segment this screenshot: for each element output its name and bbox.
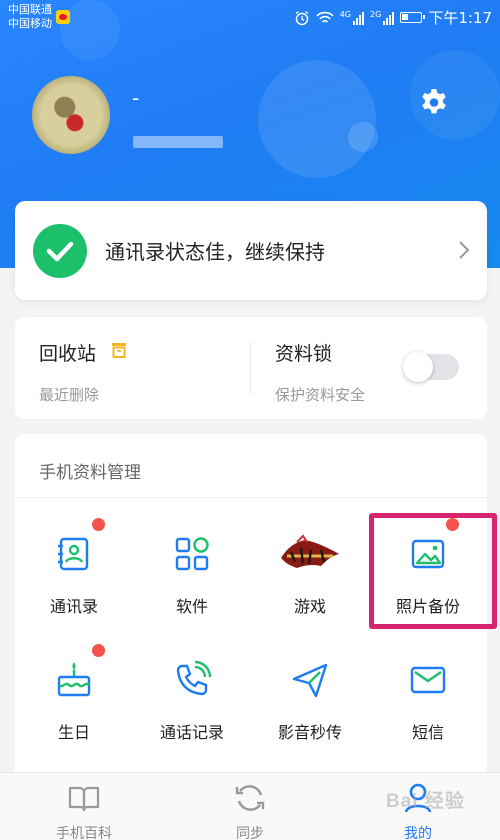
- grid-item-call-log[interactable]: 通话记录: [133, 658, 251, 743]
- grid-item-label: 生日: [57, 723, 90, 742]
- utility-card: 回收站 最近删除 资料锁 保护资料安全: [15, 317, 487, 419]
- clock-time: 下午1:17: [428, 9, 492, 27]
- avatar[interactable]: [32, 76, 110, 154]
- check-icon: [33, 223, 87, 278]
- recycle-bin-title: 回收站: [39, 343, 97, 365]
- grid-item-label: 短信: [411, 723, 444, 742]
- grid-item-label: 游戏: [293, 597, 326, 616]
- grid-item-label: 通讯录: [49, 597, 98, 616]
- nav-label: 手机百科: [56, 826, 112, 840]
- alarm-icon: [295, 10, 309, 25]
- data-lock-subtitle: 保护资料安全: [275, 386, 366, 404]
- nav-label: 同步: [236, 826, 264, 840]
- contacts-icon: [58, 537, 89, 571]
- data-lock-entry: 资料锁 保护资料安全: [275, 339, 365, 405]
- grid-item-label: 照片备份: [395, 597, 460, 616]
- nav-label: 我的: [404, 826, 432, 840]
- grid-item-apps[interactable]: 软件: [133, 532, 251, 617]
- status-bar: 中国联通 中国移动 4G 2G 下午1:17: [0, 0, 500, 34]
- divider: [15, 497, 487, 498]
- wifi-icon: [316, 11, 334, 23]
- send-icon: [292, 663, 328, 698]
- chevron-right-icon: [459, 241, 470, 259]
- decor-bubble: [258, 60, 376, 178]
- carrier-info: 中国联通 中国移动: [8, 3, 52, 31]
- nav-item-wiki[interactable]: 手机百科: [24, 781, 144, 840]
- grid-item-sms[interactable]: 短信: [369, 658, 487, 743]
- nav-item-sync[interactable]: 同步: [190, 781, 310, 840]
- photo-icon: [411, 539, 445, 569]
- grid-item-label: 软件: [175, 597, 208, 616]
- data-management-card: 手机资料管理 通讯录 软件 游戏 照片备份 生日 通话记录 影音秒传 短信: [15, 434, 487, 774]
- divider: [250, 342, 251, 394]
- watermark-text: Bai 经验: [386, 791, 465, 812]
- badge-dot: [92, 518, 105, 531]
- signal-2-icon: 2G: [370, 10, 395, 25]
- carrier-1: 中国联通: [8, 3, 52, 16]
- signal-1-icon: 4G: [340, 10, 365, 25]
- badge-dot: [446, 518, 459, 531]
- decor-bubble: [348, 122, 378, 152]
- grid-item-birthday[interactable]: 生日: [15, 644, 133, 743]
- recycle-bin-entry[interactable]: 回收站 最近删除: [39, 339, 128, 405]
- grid-item-photo-backup[interactable]: 照片备份: [369, 518, 487, 617]
- birthday-cake-icon: [57, 662, 91, 697]
- status-message: 通讯录状态佳，继续保持: [105, 240, 325, 264]
- mail-icon: [410, 666, 446, 694]
- grid-item-games[interactable]: 游戏: [251, 532, 369, 617]
- grid-item-contacts[interactable]: 通讯录: [15, 518, 133, 617]
- badge-dot: [92, 644, 105, 657]
- phone-icon: [176, 660, 212, 696]
- book-icon: [68, 786, 100, 812]
- sync-icon: [235, 785, 265, 811]
- data-lock-toggle[interactable]: [403, 352, 459, 382]
- data-lock-title: 资料锁: [275, 343, 333, 365]
- grid-item-label: 通话记录: [159, 723, 224, 742]
- trash-icon: [112, 343, 127, 358]
- game-logo-icon: [281, 534, 339, 568]
- username: -: [132, 86, 140, 110]
- section-title: 手机资料管理: [39, 463, 141, 483]
- contacts-status-card[interactable]: 通讯录状态佳，继续保持: [15, 201, 487, 300]
- weibo-notification-icon: [56, 10, 70, 24]
- account-id-masked: [133, 136, 223, 148]
- battery-icon: [400, 12, 426, 23]
- carrier-2: 中国移动: [8, 17, 52, 30]
- recycle-bin-subtitle: 最近删除: [39, 386, 100, 404]
- apps-icon: [175, 537, 209, 571]
- grid-item-media-transfer[interactable]: 影音秒传: [251, 658, 369, 743]
- grid-item-label: 影音秒传: [277, 723, 342, 742]
- gear-icon[interactable]: [418, 86, 450, 118]
